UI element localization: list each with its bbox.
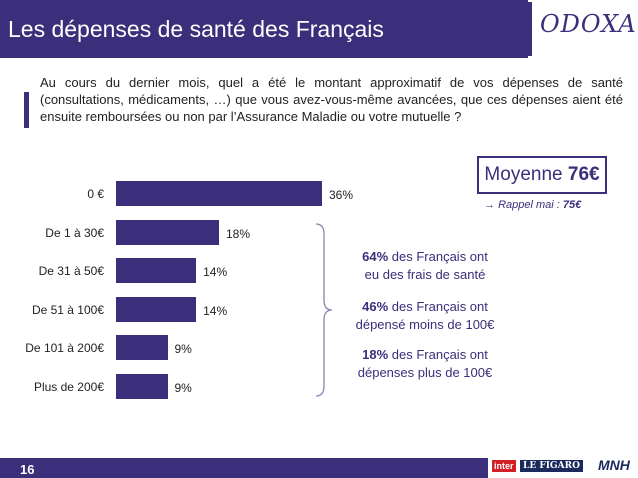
mean-label: Moyenne xyxy=(484,164,563,185)
page-title: Les dépenses de santé des Français xyxy=(8,16,384,42)
bar xyxy=(116,335,168,360)
mnh-logo: MNH xyxy=(598,457,630,473)
stat-text: eu des frais de santé xyxy=(364,267,486,282)
logo-divider xyxy=(528,2,532,56)
grouping-brace xyxy=(315,223,333,397)
rappel-label: Rappel mai : xyxy=(498,199,563,211)
stat-text: dépensé moins de 100€ xyxy=(355,317,495,332)
stat-block: 18% des Français ont dépenses plus de 10… xyxy=(340,346,510,382)
value-label: 9% xyxy=(174,342,192,356)
bar xyxy=(116,181,322,206)
arrow-right-icon: → xyxy=(484,199,495,211)
category-label: De 1 à 30€ xyxy=(45,225,104,240)
bar xyxy=(116,258,197,283)
stat-text: des Français ont xyxy=(388,299,488,314)
stat-percent: 46% xyxy=(362,299,389,314)
category-label: Plus de 200€ xyxy=(33,379,104,394)
question-accent-bar xyxy=(24,92,29,128)
value-label: 14% xyxy=(203,303,228,318)
rappel-note: → Rappel mai : 75€ xyxy=(484,199,581,211)
bar xyxy=(116,373,168,399)
value-label: 18% xyxy=(226,226,251,241)
stat-text: des Français ont xyxy=(388,249,488,264)
brand-logo: ODOXA xyxy=(540,10,637,38)
mean-value: 76€ xyxy=(567,164,600,185)
stat-text: des Français ont xyxy=(388,347,488,362)
category-label: De 31 à 50€ xyxy=(38,264,104,278)
value-label: 14% xyxy=(203,265,228,279)
bar xyxy=(116,219,219,245)
stat-percent: 64% xyxy=(362,249,389,264)
survey-question: Au cours du dernier mois, quel a été le … xyxy=(40,75,623,124)
inter-logo: inter xyxy=(492,460,516,472)
stat-text: dépenses plus de 100€ xyxy=(357,365,493,380)
category-label: De 101 à 200€ xyxy=(25,341,104,355)
rappel-value: 75€ xyxy=(562,199,582,211)
stat-block: 46% des Français ont dépensé moins de 10… xyxy=(340,298,510,334)
mean-box: Moyenne 76€ xyxy=(477,156,607,194)
value-label: 9% xyxy=(174,380,192,395)
page-number: 16 xyxy=(20,462,35,477)
category-label: De 51 à 100€ xyxy=(31,302,104,317)
figaro-logo: LE FIGARO xyxy=(520,460,583,472)
stat-percent: 18% xyxy=(362,347,389,362)
category-label: 0 € xyxy=(87,187,104,201)
stat-block: 64% des Français ont eu des frais de san… xyxy=(340,248,510,284)
partner-logos: inter LE FIGARO MNH xyxy=(488,454,638,478)
bar xyxy=(116,296,197,322)
value-label: 36% xyxy=(329,188,354,202)
